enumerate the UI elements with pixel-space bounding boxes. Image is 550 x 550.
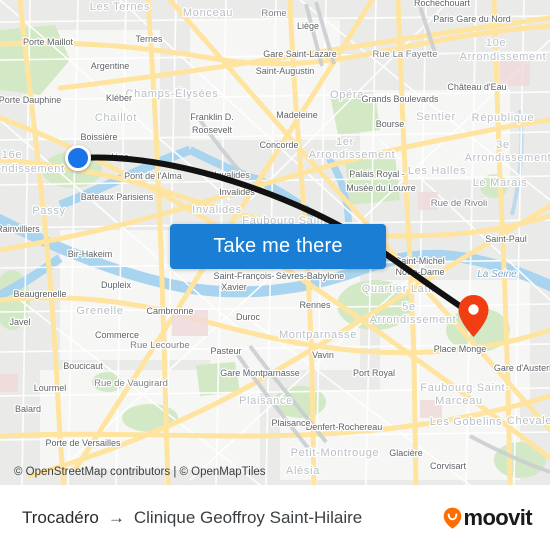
footer-bar: Trocadéro → Clinique Geoffroy Saint-Hila…	[0, 485, 550, 550]
moovit-logo[interactable]: moovit	[443, 504, 533, 531]
map-pin-icon	[458, 295, 489, 337]
take-me-there-button[interactable]: Take me there	[170, 224, 386, 269]
route-map-screen: Les Ternes Monceau Rome Liège Rochechouart Pa…	[0, 0, 550, 550]
moovit-pin-icon	[444, 507, 462, 529]
destination-marker[interactable]	[457, 294, 490, 338]
route-summary: Trocadéro → Clinique Geoffroy Saint-Hila…	[22, 508, 433, 528]
arrow-right-icon: →	[107, 507, 125, 527]
moovit-wordmark: moovit	[463, 504, 532, 530]
map-attribution[interactable]: © OpenStreetMap contributors | © OpenMap…	[14, 466, 266, 478]
cta-label: Take me there	[213, 235, 343, 257]
map-canvas[interactable]: Les Ternes Monceau Rome Liège Rochechouart Pa…	[0, 0, 550, 485]
destination-label: Clinique Geoffroy Saint-Hilaire	[133, 507, 363, 527]
origin-label: Trocadéro	[22, 507, 99, 527]
origin-marker[interactable]	[65, 145, 91, 171]
